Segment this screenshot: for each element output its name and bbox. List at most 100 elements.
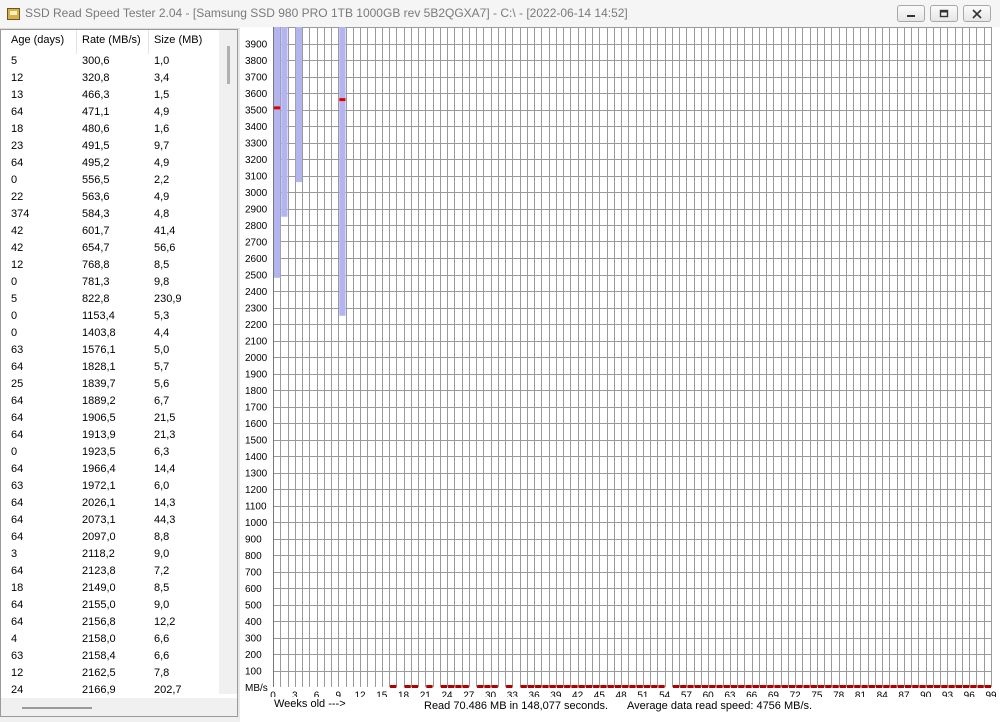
x-tick-label: 96 (964, 691, 976, 697)
table-row[interactable]: 25 1839,7 5,6 (1, 376, 219, 393)
x-tick-label: 3 (292, 691, 298, 697)
table-row[interactable]: 64 1966,4 14,4 (1, 461, 219, 478)
average-speed-mark (426, 685, 433, 688)
y-tick-label: 2700 (245, 238, 268, 249)
age-cell: 3 (11, 548, 18, 560)
table-row[interactable]: 63 2158,4 6,6 (1, 648, 219, 665)
average-speed-mark (535, 685, 542, 688)
rate-cell: 584,3 (82, 208, 110, 220)
rate-cell: 601,7 (82, 225, 110, 237)
restore-icon (939, 9, 949, 18)
column-separator[interactable] (76, 30, 77, 54)
average-speed-mark (803, 685, 810, 688)
table-row[interactable]: 5 822,8 230,9 (1, 291, 219, 308)
table-row[interactable]: 18 2149,0 8,5 (1, 580, 219, 597)
average-speed-mark (738, 685, 745, 688)
horizontal-scrollbar[interactable] (1, 698, 237, 716)
column-header-rate[interactable]: Rate (MB/s) (82, 34, 141, 46)
age-cell: 5 (11, 293, 18, 305)
table-row[interactable]: 64 2026,1 14,3 (1, 495, 219, 512)
table-row[interactable]: 64 2155,0 9,0 (1, 597, 219, 614)
rate-cell: 300,6 (82, 55, 110, 67)
age-cell: 18 (11, 123, 24, 135)
x-axis-label: Weeks old ---> (274, 698, 346, 710)
chart-canvas: 1002003004005006007008009001000110012001… (245, 27, 997, 697)
restore-button[interactable] (930, 5, 958, 22)
table-row[interactable]: 0 556,5 2,2 (1, 172, 219, 189)
table-row[interactable]: 18 480,6 1,6 (1, 121, 219, 138)
table-row[interactable]: 0 781,3 9,8 (1, 274, 219, 291)
average-speed-mark (622, 685, 629, 688)
y-tick-label: 1400 (245, 452, 268, 463)
average-speed-mark (571, 685, 578, 688)
average-speed-mark (868, 685, 875, 688)
age-cell: 24 (11, 684, 24, 696)
rate-cell: 2073,1 (82, 514, 116, 526)
size-cell: 8,5 (154, 582, 170, 594)
x-tick-label: 69 (768, 691, 780, 697)
average-speed-mark (491, 685, 498, 688)
vertical-scroll-thumb[interactable] (227, 46, 230, 84)
minimize-button[interactable] (897, 5, 925, 22)
table-row[interactable]: 22 563,6 4,9 (1, 189, 219, 206)
table-row[interactable]: 12 768,8 8,5 (1, 257, 219, 274)
average-speed-mark (730, 685, 738, 688)
table-row[interactable]: 64 495,2 4,9 (1, 155, 219, 172)
table-row[interactable]: 42 601,7 41,4 (1, 223, 219, 240)
average-speed-mark (593, 685, 600, 688)
x-tick-label: 48 (616, 691, 628, 697)
table-row[interactable]: 64 1913,9 21,3 (1, 427, 219, 444)
table-row[interactable]: 0 1153,4 5,3 (1, 308, 219, 325)
table-row[interactable]: 0 1403,8 4,4 (1, 325, 219, 342)
age-cell: 374 (11, 208, 30, 220)
average-speed-mark (767, 685, 774, 688)
table-row[interactable]: 23 491,5 9,7 (1, 138, 219, 155)
table-row[interactable]: 24 2166,9 202,7 (1, 682, 219, 699)
average-speed-mark (636, 685, 643, 688)
close-button[interactable] (963, 5, 991, 22)
table-row[interactable]: 13 466,3 1,5 (1, 87, 219, 104)
table-row[interactable]: 64 2156,8 12,2 (1, 614, 219, 631)
read-range-bar (281, 27, 288, 217)
table-row[interactable]: 64 2073,1 44,3 (1, 512, 219, 529)
table-row[interactable]: 42 654,7 56,6 (1, 240, 219, 257)
y-tick-label: 700 (245, 568, 262, 579)
table-row[interactable]: 64 1906,5 21,5 (1, 410, 219, 427)
x-tick-label: 30 (485, 691, 497, 697)
table-row[interactable]: 64 471,1 4,9 (1, 104, 219, 121)
table-row[interactable]: 374 584,3 4,8 (1, 206, 219, 223)
table-row[interactable]: 3 2118,2 9,0 (1, 546, 219, 563)
table-row[interactable]: 63 1972,1 6,0 (1, 478, 219, 495)
horizontal-scroll-thumb[interactable] (22, 707, 92, 709)
average-speed-mark (832, 685, 839, 688)
rate-cell: 1923,5 (82, 446, 116, 458)
size-cell: 5,7 (154, 361, 170, 373)
table-row[interactable]: 12 2162,5 7,8 (1, 665, 219, 682)
age-cell: 64 (11, 412, 24, 424)
read-range-bar (295, 27, 303, 183)
y-tick-label: 1800 (245, 386, 268, 397)
y-tick-label: 900 (245, 535, 262, 546)
table-row[interactable]: 63 1576,1 5,0 (1, 342, 219, 359)
age-cell: 64 (11, 497, 24, 509)
vertical-scrollbar[interactable] (219, 30, 237, 694)
rate-cell: 1913,9 (82, 429, 116, 441)
rate-cell: 495,2 (82, 157, 110, 169)
table-row[interactable]: 64 2123,8 7,2 (1, 563, 219, 580)
x-tick-label: 84 (877, 691, 889, 697)
table-row[interactable]: 12 320,8 3,4 (1, 70, 219, 87)
table-row[interactable]: 64 1889,2 6,7 (1, 393, 219, 410)
average-speed-mark (810, 685, 817, 688)
column-header-age[interactable]: Age (days) (11, 34, 64, 46)
column-header-size[interactable]: Size (MB) (154, 34, 202, 46)
table-row[interactable]: 5 300,6 1,0 (1, 53, 219, 70)
table-row[interactable]: 64 2097,0 8,8 (1, 529, 219, 546)
rate-cell: 2158,4 (82, 650, 116, 662)
y-tick-label: 3400 (245, 122, 268, 133)
average-speed-mark (542, 685, 549, 688)
table-row[interactable]: 64 1828,1 5,7 (1, 359, 219, 376)
y-tick-label: 1100 (245, 502, 267, 513)
table-row[interactable]: 4 2158,0 6,6 (1, 631, 219, 648)
table-row[interactable]: 0 1923,5 6,3 (1, 444, 219, 461)
column-separator[interactable] (148, 30, 149, 54)
